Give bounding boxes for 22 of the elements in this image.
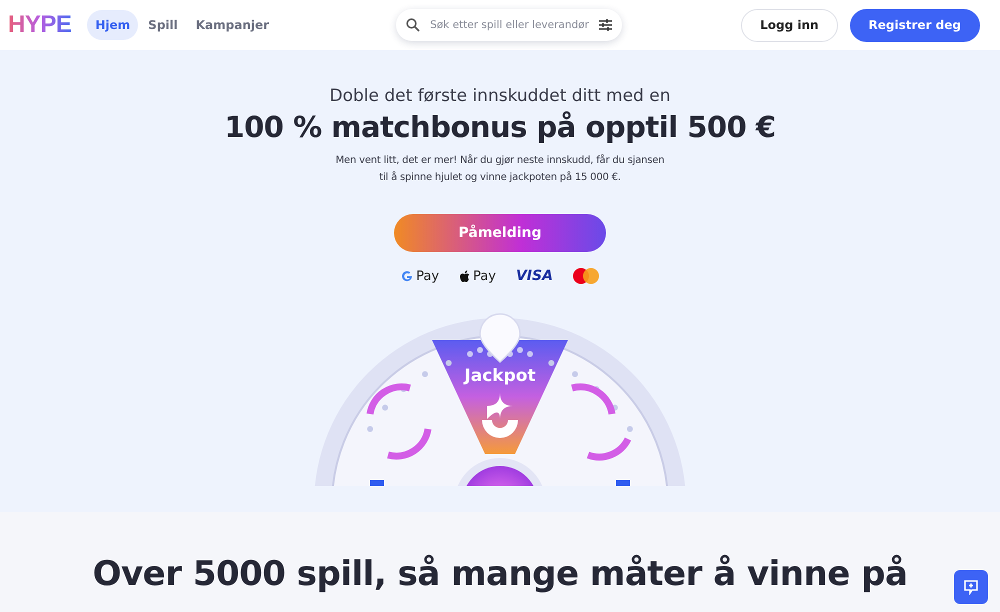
search-icon [406, 18, 420, 32]
search-field[interactable]: Søk etter spill eller leverandør [428, 18, 592, 32]
apple-icon [459, 270, 470, 282]
signup-button[interactable]: Påmelding [394, 214, 606, 252]
nav-tab[interactable]: Hjem [87, 10, 138, 40]
nav-tab[interactable]: Kampanjer [188, 10, 278, 40]
visa-logo: VISA [516, 268, 553, 284]
pay-label: Pay [473, 268, 496, 284]
pay-label: Pay [416, 268, 440, 284]
nav-tab[interactable]: Spill [140, 10, 186, 40]
hero-description: Men vent litt, det er mer! Når du gjør neste innskudd, får du sjansen til å spinne hjulet og vinne jackpoten på 15 000 €. [334, 153, 666, 185]
jackpot-label: Jackpot [464, 366, 536, 386]
hero-headline: 100 % matchbonus på opptil 500 € [224, 110, 776, 144]
card-logo-icon [572, 268, 599, 284]
games-headline: Over 5000 spill, så mange måter å vinne på [92, 554, 908, 594]
filter-icon[interactable] [599, 19, 612, 31]
register-button[interactable]: Registrer deg [850, 8, 980, 42]
login-button[interactable]: Logg inn [741, 8, 838, 42]
chat-button[interactable] [954, 570, 988, 604]
g-logo-icon [401, 270, 414, 282]
hero-kicker: Doble det første innskuddet ditt med en [330, 86, 670, 106]
chat-plus-icon [963, 579, 979, 595]
